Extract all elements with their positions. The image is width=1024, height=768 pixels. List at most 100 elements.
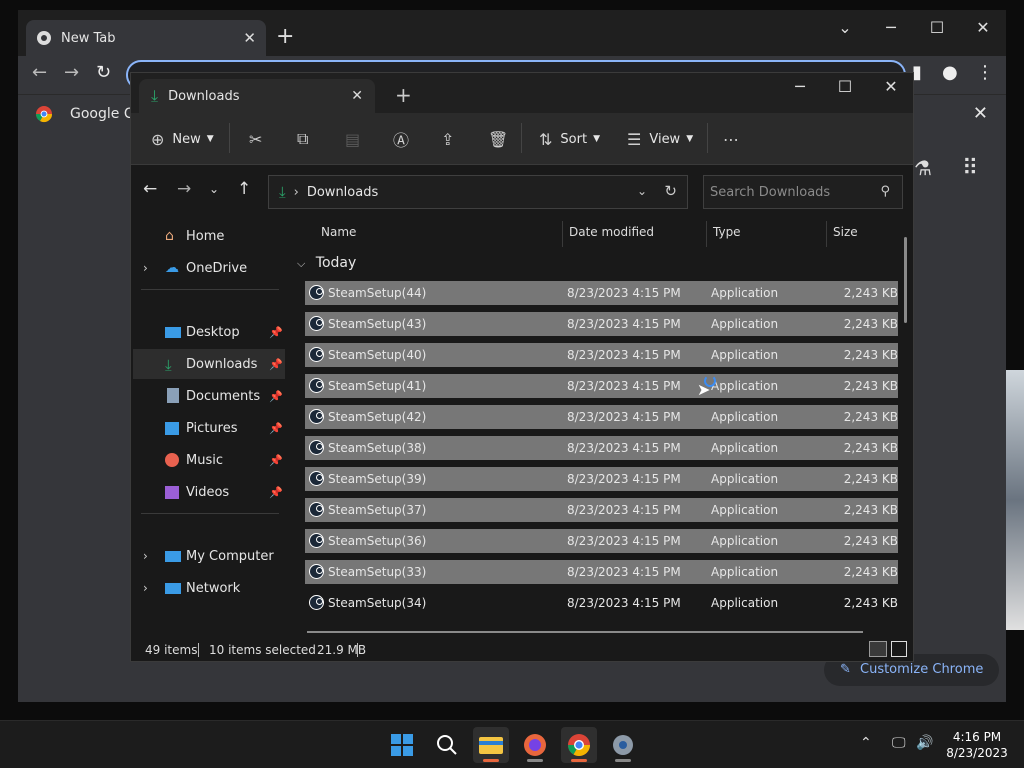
tab-search-icon[interactable]: ⌄ [830, 18, 860, 37]
column-size[interactable]: Size [833, 225, 858, 239]
see-more-button[interactable]: ⋯ [723, 127, 739, 151]
column-date-modified[interactable]: Date modified [569, 225, 654, 239]
vertical-scrollbar[interactable] [904, 237, 907, 323]
maximize-button[interactable]: ☐ [830, 77, 860, 96]
pin-icon[interactable]: 📌 [269, 390, 283, 403]
delete-button[interactable]: 🗑 [488, 127, 508, 151]
chevron-right-icon[interactable]: › [143, 261, 148, 275]
up-arrow-icon[interactable]: ↑ [237, 179, 251, 199]
column-name[interactable]: Name [321, 225, 356, 239]
taskbar-chrome[interactable] [561, 727, 597, 763]
pin-icon[interactable]: 📌 [269, 358, 283, 371]
new-tab-button[interactable]: + [276, 24, 294, 49]
column-divider[interactable] [562, 221, 563, 247]
profile-icon[interactable]: ● [942, 62, 958, 83]
reload-icon[interactable]: ↻ [96, 62, 111, 83]
column-divider[interactable] [706, 221, 707, 247]
table-row[interactable]: SteamSetup(42) 8/23/2023 4:15 PM Applicati… [305, 405, 898, 429]
maximize-button[interactable]: ☐ [922, 18, 952, 37]
table-row[interactable]: SteamSetup(33) 8/23/2023 4:15 PM Applicati… [305, 560, 898, 584]
explorer-tab-downloads[interactable]: ⤓ Downloads ✕ [139, 79, 375, 113]
network-icon[interactable]: 🖵 [892, 735, 906, 751]
address-bar[interactable]: ⤓ › Downloads ⌄ ↻ [268, 175, 688, 209]
table-row[interactable]: SteamSetup(39) 8/23/2023 4:15 PM Applicati… [305, 467, 898, 491]
nav-item-downloads[interactable]: ⤓ Downloads 📌 [133, 349, 285, 379]
clock[interactable]: 4:16 PM 8/23/2023 [944, 729, 1010, 761]
taskbar-firefox[interactable] [517, 727, 553, 763]
close-tab-icon[interactable]: ✕ [351, 88, 363, 104]
speaker-icon[interactable]: 🔊 [916, 735, 933, 751]
sort-button[interactable]: ⇅ Sort ▼ [539, 127, 600, 151]
close-tab-icon[interactable]: ✕ [243, 29, 256, 47]
table-row[interactable]: SteamSetup(36) 8/23/2023 4:15 PM Applicati… [305, 529, 898, 553]
pin-icon[interactable]: 📌 [269, 454, 283, 467]
group-header-today[interactable]: ⌵ Today [297, 255, 356, 271]
nav-item-videos[interactable]: Videos 📌 [133, 477, 285, 507]
running-indicator [527, 759, 543, 762]
copy-button[interactable]: ⧉ [297, 127, 308, 151]
plus-circle-icon: ⊕ [151, 129, 165, 149]
search-icon [437, 735, 457, 755]
recent-locations-icon[interactable]: ⌄ [209, 182, 219, 196]
search-button[interactable] [429, 727, 465, 763]
details-view-button[interactable] [869, 641, 887, 657]
share-button[interactable]: ⇪ [441, 127, 454, 151]
nav-item-music[interactable]: Music 📌 [133, 445, 285, 475]
labs-flask-icon[interactable]: ⚗ [914, 156, 932, 180]
nav-item-desktop[interactable]: Desktop 📌 [133, 317, 285, 347]
chevron-right-icon[interactable]: › [143, 581, 148, 595]
forward-icon[interactable]: → [177, 179, 191, 199]
close-button[interactable]: ✕ [876, 77, 906, 96]
column-type[interactable]: Type [713, 225, 741, 239]
file-size: 2,243 KB [843, 410, 898, 424]
forward-icon[interactable]: → [64, 62, 79, 83]
chevron-up-icon[interactable]: ⌃ [860, 735, 872, 751]
pin-icon[interactable]: 📌 [269, 326, 283, 339]
chrome-logo-icon [568, 734, 590, 756]
pin-icon[interactable]: 📌 [269, 422, 283, 435]
menu-icon[interactable]: ⋮ [976, 62, 994, 83]
start-button[interactable] [384, 727, 420, 763]
rename-button[interactable]: Ⓐ [393, 127, 409, 151]
download-arrow-icon: ⤓ [165, 356, 172, 374]
active-indicator [571, 759, 587, 762]
chrome-tab-new-tab[interactable]: New Tab ✕ [26, 20, 266, 56]
breadcrumb-downloads[interactable]: Downloads [307, 185, 378, 200]
table-row[interactable]: SteamSetup(43) 8/23/2023 4:15 PM Applicati… [305, 312, 898, 336]
table-row[interactable]: SteamSetup(38) 8/23/2023 4:15 PM Applicati… [305, 436, 898, 460]
cut-button[interactable]: ✂ [249, 127, 262, 151]
tiles-view-button[interactable] [891, 641, 907, 657]
back-icon[interactable]: ← [143, 179, 157, 199]
nav-item-my-computer[interactable]: › My Computer [133, 541, 285, 571]
table-row[interactable]: SteamSetup(40) 8/23/2023 4:15 PM Applicati… [305, 343, 898, 367]
column-divider[interactable] [826, 221, 827, 247]
nav-item-documents[interactable]: Documents 📌 [133, 381, 285, 411]
google-apps-icon[interactable]: ⠿ [962, 156, 978, 181]
table-row[interactable]: SteamSetup(41) 8/23/2023 4:15 PM Applicati… [305, 374, 898, 398]
view-button[interactable]: ☰ View ▼ [627, 127, 693, 151]
chevron-right-icon[interactable]: › [143, 549, 148, 563]
nav-item-onedrive[interactable]: › ☁ OneDrive [133, 253, 285, 283]
taskbar-file-explorer[interactable] [473, 727, 509, 763]
search-input[interactable]: Search Downloads ⚲ [703, 175, 903, 209]
minimize-button[interactable]: ─ [876, 18, 906, 37]
new-tab-button[interactable]: + [395, 83, 412, 107]
nav-item-home[interactable]: ⌂ Home [133, 221, 285, 251]
pin-icon[interactable]: 📌 [269, 486, 283, 499]
steam-icon [309, 595, 324, 610]
minimize-button[interactable]: ─ [785, 77, 815, 96]
nav-item-pictures[interactable]: Pictures 📌 [133, 413, 285, 443]
close-button[interactable]: ✕ [968, 18, 998, 37]
refresh-icon[interactable]: ↻ [664, 182, 677, 200]
horizontal-scrollbar[interactable] [307, 631, 863, 633]
table-row[interactable]: SteamSetup(44) 8/23/2023 4:15 PM Applicati… [305, 281, 898, 305]
close-infobar-icon[interactable]: ✕ [973, 103, 988, 124]
nav-item-network[interactable]: › Network [133, 573, 285, 603]
table-row[interactable]: SteamSetup(34) 8/23/2023 4:15 PM Applicati… [305, 591, 898, 615]
back-icon[interactable]: ← [32, 62, 47, 83]
table-row[interactable]: SteamSetup(37) 8/23/2023 4:15 PM Applicati… [305, 498, 898, 522]
new-button[interactable]: ⊕ New ▼ [151, 127, 214, 151]
chevron-down-icon[interactable]: ⌄ [637, 184, 647, 198]
taskbar-settings[interactable] [605, 727, 641, 763]
paste-button[interactable]: ▤ [345, 127, 360, 151]
